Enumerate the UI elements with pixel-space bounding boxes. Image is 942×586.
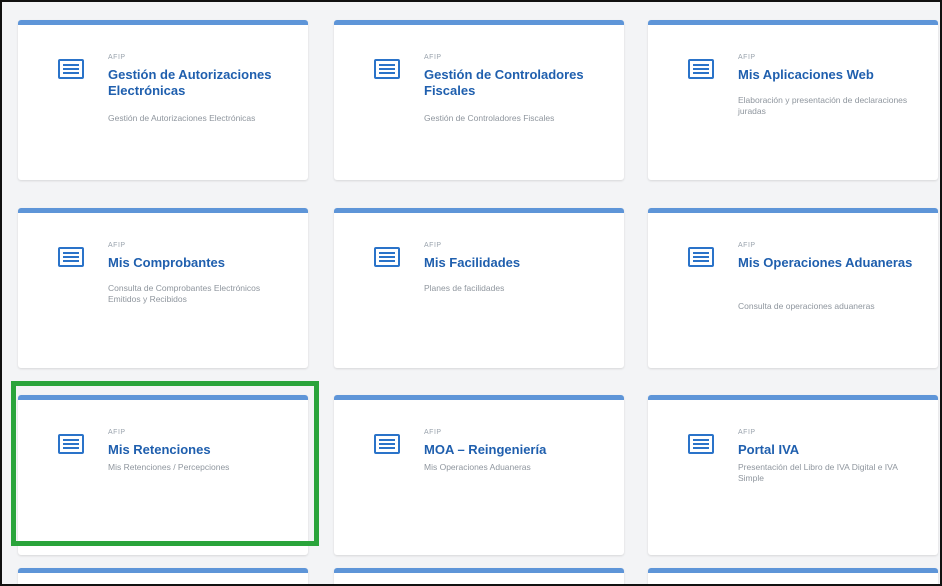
list-icon bbox=[58, 434, 84, 454]
card-description: Gestión de Autorizaciones Electrónicas bbox=[108, 113, 256, 123]
list-icon bbox=[688, 247, 714, 267]
card-accent-bar bbox=[18, 395, 308, 400]
service-card-moa-reingenieria[interactable]: AFIP MOA – Reingeniería Mis Operaciones … bbox=[334, 395, 624, 555]
card-title[interactable]: Mis Operaciones Aduaneras bbox=[738, 255, 923, 271]
card-title[interactable]: Portal IVA bbox=[738, 442, 923, 458]
service-card-partial[interactable] bbox=[334, 568, 624, 584]
card-accent-bar bbox=[648, 20, 938, 25]
card-accent-bar bbox=[648, 568, 938, 573]
list-icon bbox=[374, 247, 400, 267]
card-description: Gestión de Controladores Fiscales bbox=[424, 113, 555, 123]
list-icon bbox=[58, 59, 84, 79]
card-description: Planes de facilidades bbox=[424, 283, 505, 293]
card-description: Consulta de Comprobantes Electrónicos Em… bbox=[108, 283, 261, 304]
card-accent-bar bbox=[334, 395, 624, 400]
list-icon bbox=[58, 247, 84, 267]
service-card-partial[interactable] bbox=[18, 568, 308, 584]
service-card-gestion-autorizaciones[interactable]: AFIP Gestión de Autorizaciones Electróni… bbox=[18, 20, 308, 180]
card-title[interactable]: Mis Aplicaciones Web bbox=[738, 67, 923, 83]
card-accent-bar bbox=[18, 568, 308, 573]
service-card-gestion-controladores[interactable]: AFIP Gestión de Controladores Fiscales G… bbox=[334, 20, 624, 180]
service-card-mis-operaciones-aduaneras[interactable]: AFIP Mis Operaciones Aduaneras Consulta … bbox=[648, 208, 938, 368]
card-title[interactable]: Gestión de Controladores Fiscales bbox=[424, 67, 609, 99]
card-title[interactable]: Mis Facilidades bbox=[424, 255, 609, 271]
card-accent-bar bbox=[334, 568, 624, 573]
card-title[interactable]: Mis Retenciones bbox=[108, 442, 293, 458]
card-title[interactable]: MOA – Reingeniería bbox=[424, 442, 609, 458]
list-icon bbox=[374, 59, 400, 79]
service-card-partial[interactable] bbox=[648, 568, 938, 584]
card-org: AFIP bbox=[738, 54, 756, 61]
card-title[interactable]: Gestión de Autorizaciones Electrónicas bbox=[108, 67, 293, 99]
card-title[interactable]: Mis Comprobantes bbox=[108, 255, 293, 271]
card-accent-bar bbox=[18, 20, 308, 25]
card-description: Presentación del Libro de IVA Digital e … bbox=[738, 462, 898, 483]
card-org: AFIP bbox=[108, 54, 126, 61]
card-accent-bar bbox=[334, 20, 624, 25]
card-description: Consulta de operaciones aduaneras bbox=[738, 301, 875, 311]
card-description: Elaboración y presentación de declaracio… bbox=[738, 95, 908, 116]
card-org: AFIP bbox=[108, 242, 126, 249]
list-icon bbox=[688, 59, 714, 79]
card-description: Mis Operaciones Aduaneras bbox=[424, 462, 531, 472]
card-org: AFIP bbox=[738, 242, 756, 249]
card-description: Mis Retenciones / Percepciones bbox=[108, 462, 230, 472]
service-card-mis-comprobantes[interactable]: AFIP Mis Comprobantes Consulta de Compro… bbox=[18, 208, 308, 368]
service-card-portal-iva[interactable]: AFIP Portal IVA Presentación del Libro d… bbox=[648, 395, 938, 555]
card-org: AFIP bbox=[108, 429, 126, 436]
card-org: AFIP bbox=[424, 242, 442, 249]
service-card-mis-aplicaciones-web[interactable]: AFIP Mis Aplicaciones Web Elaboración y … bbox=[648, 20, 938, 180]
card-accent-bar bbox=[648, 208, 938, 213]
card-accent-bar bbox=[648, 395, 938, 400]
card-org: AFIP bbox=[424, 54, 442, 61]
services-grid: AFIP Gestión de Autorizaciones Electróni… bbox=[0, 0, 942, 586]
card-org: AFIP bbox=[738, 429, 756, 436]
service-card-mis-retenciones[interactable]: AFIP Mis Retenciones Mis Retenciones / P… bbox=[18, 395, 308, 555]
list-icon bbox=[688, 434, 714, 454]
card-accent-bar bbox=[18, 208, 308, 213]
list-icon bbox=[374, 434, 400, 454]
card-org: AFIP bbox=[424, 429, 442, 436]
card-accent-bar bbox=[334, 208, 624, 213]
service-card-mis-facilidades[interactable]: AFIP Mis Facilidades Planes de facilidad… bbox=[334, 208, 624, 368]
